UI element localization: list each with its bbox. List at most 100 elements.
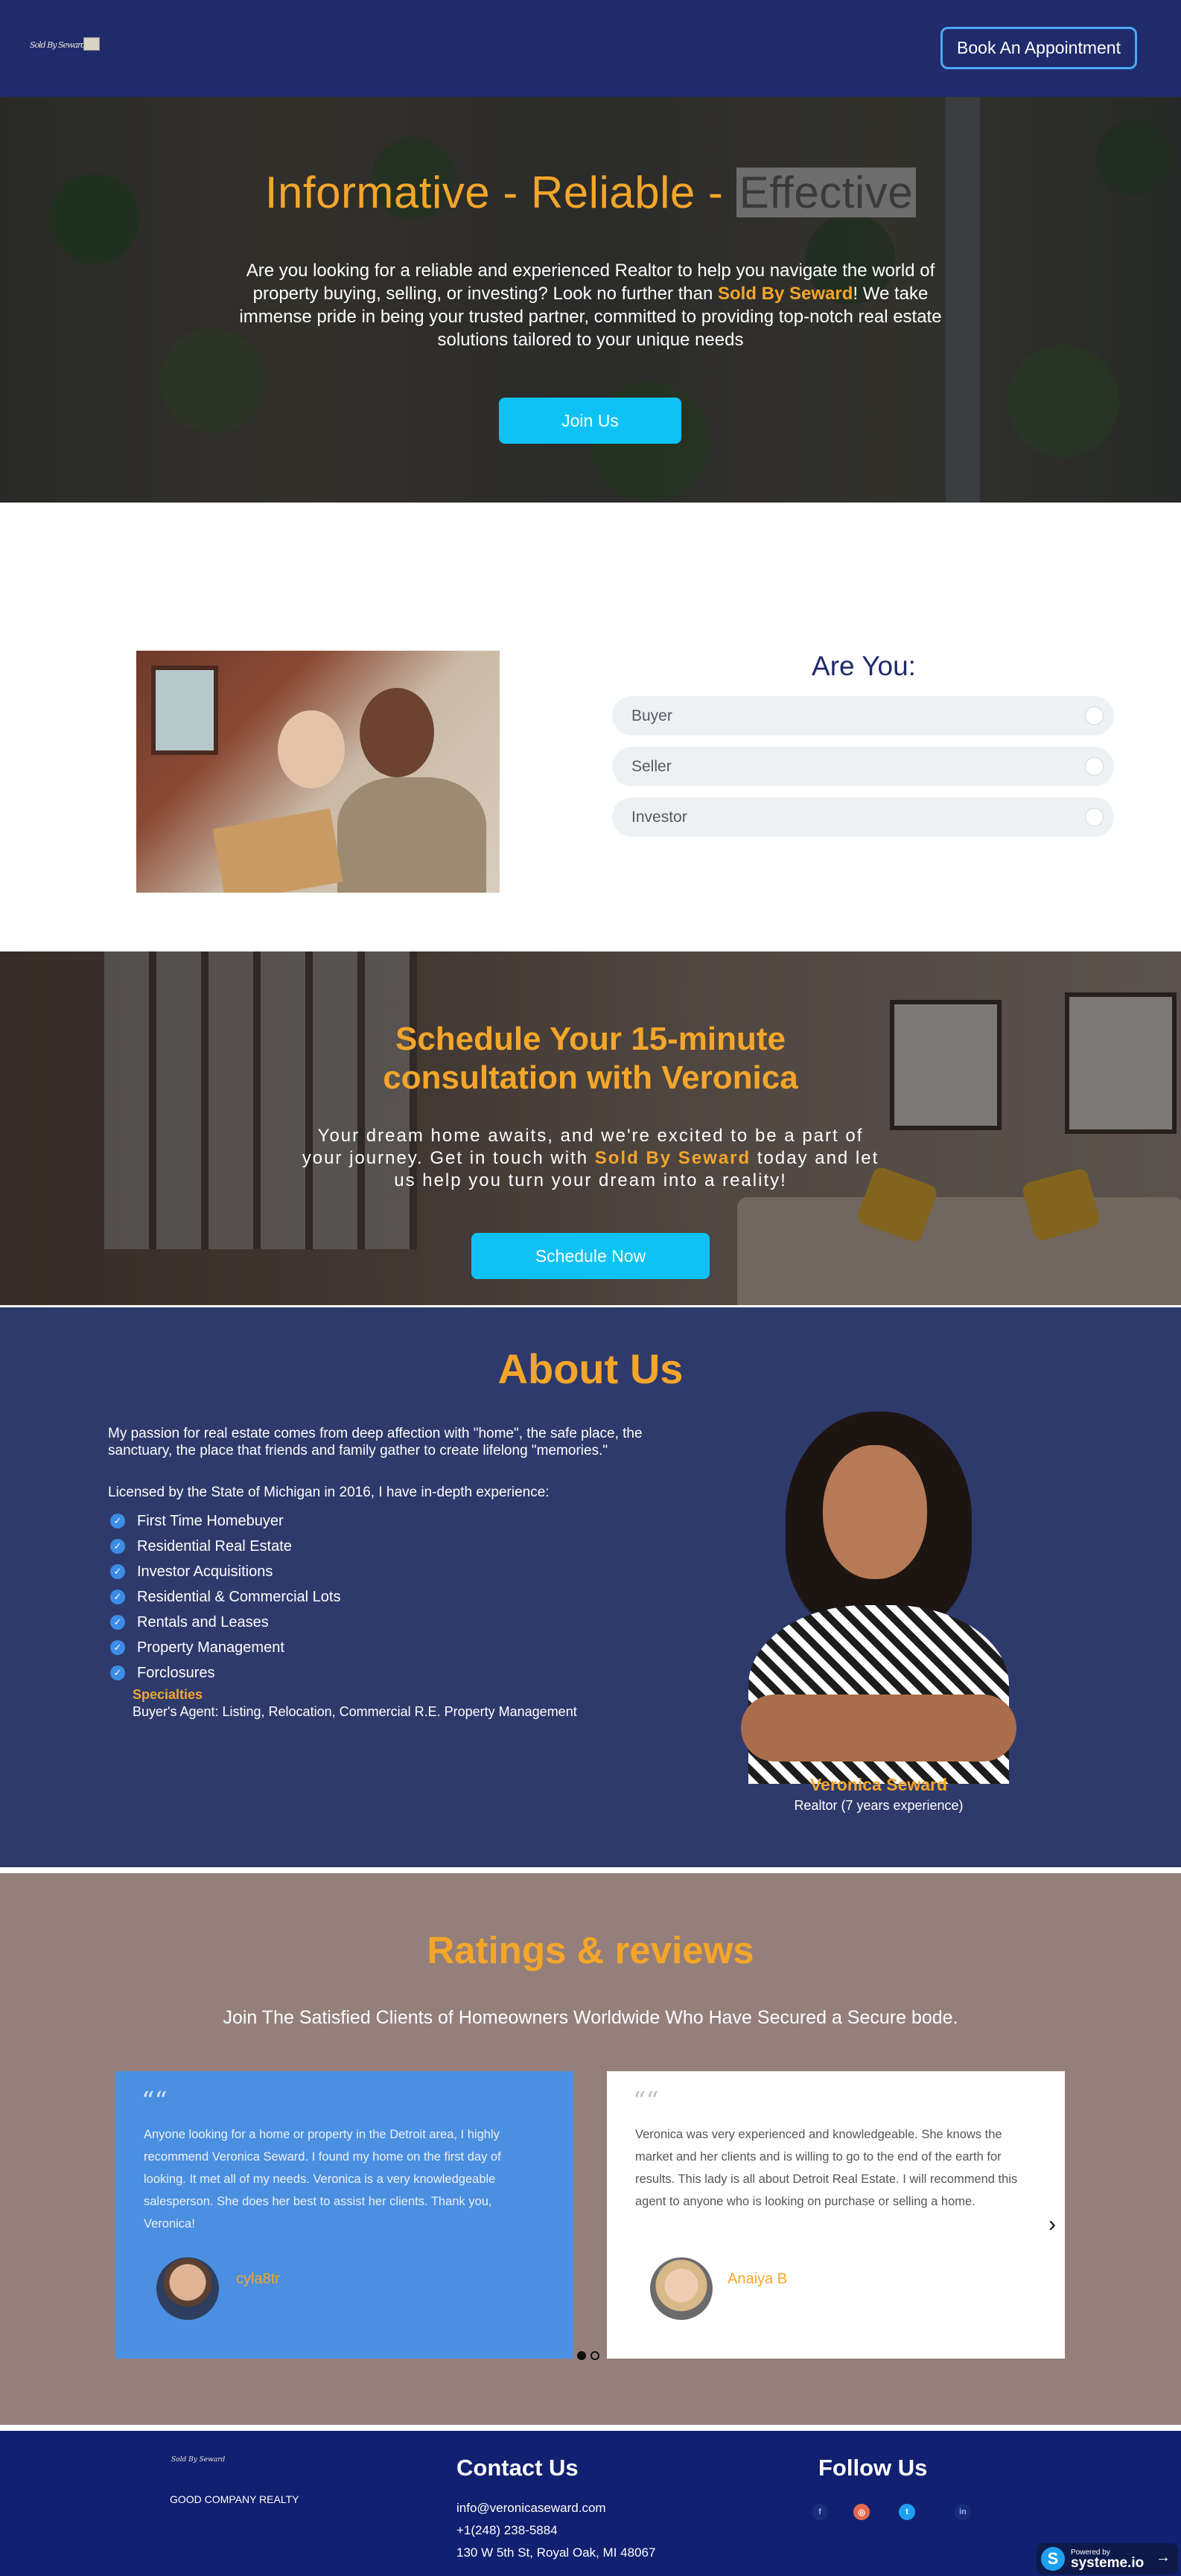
arrow-right-icon: → [1156,2549,1171,2566]
option-seller[interactable]: Seller [612,747,1114,786]
reviewer-name: Anaiya B [728,2271,788,2287]
hero-title-text: Informative - Reliable - [264,168,736,217]
avatar [156,2257,219,2320]
photo-person-woman [278,710,345,788]
radio-button[interactable] [1085,808,1104,826]
list-item: ✓ Residential & Commercial Lots [110,1584,340,1610]
ratings-subtitle: Join The Satisfied Clients of Homeowners… [223,2007,958,2028]
list-item-label: Residential & Commercial Lots [137,1588,341,1605]
check-icon: ✓ [110,1615,125,1630]
specialties-label: Specialties [133,1687,203,1702]
powered-by-big: systeme.io [1071,2554,1145,2571]
schedule-brand: Sold By Seward [594,1148,751,1168]
photo-box [212,808,343,893]
portrait-arms [741,1695,1016,1762]
list-item-label: Property Management [137,1639,284,1656]
logo-text: Sold By Seward [30,40,86,50]
portrait-face [823,1445,927,1579]
review-text: Veronica was very experienced and knowle… [635,2128,1018,2208]
logo-badge [83,37,100,51]
contact-address: 130 W 5th St, Royal Oak, MI 48067 [456,2545,656,2560]
list-item-label: Residential Real Estate [137,1537,292,1555]
divider [0,1867,1181,1873]
book-appointment-button[interactable]: Book An Appointment [940,27,1137,69]
divider [0,2425,1181,2431]
radio-button[interactable] [1085,757,1104,776]
instagram-icon[interactable]: ◎ [853,2504,870,2520]
about-paragraph: My passion for real estate comes from de… [108,1426,643,1458]
check-icon: ✓ [110,1539,125,1554]
hero-title-highlight: Effective [736,168,917,217]
contact-title: Contact Us [456,2455,579,2481]
follow-title: Follow Us [818,2455,928,2481]
review-text: Anyone looking for a home or property in… [144,2128,501,2231]
option-buyer[interactable]: Buyer [612,696,1114,736]
experience-list: ✓ First Time Homebuyer ✓ Residential Real … [110,1508,340,1686]
ratings-section: Ratings & reviews Join The Satisfied Cli… [0,1873,1181,2425]
radio-button[interactable] [1085,707,1104,725]
schedule-section: Schedule Your 15-minute consultation wit… [0,951,1181,1305]
powered-by-text: Powered by systeme.io [1071,2548,1144,2570]
about-licensed: Licensed by the State of Michigan in 201… [108,1485,550,1500]
avatar [650,2257,713,2320]
about-title: About Us [497,1345,684,1392]
site-footer: Sold By Seward GOOD COMPANY REALTY Conta… [0,2431,1181,2576]
quote-icon: ““ [141,2086,168,2116]
hero-title: Informative - Reliable - Effective [0,167,1181,218]
schedule-text: Your dream home awaits, and we're excite… [298,1125,883,1192]
quote-icon: ““ [633,2086,659,2116]
check-icon: ✓ [110,1640,125,1655]
veronica-role: Realtor (7 years experience) [794,1798,964,1813]
option-label: Buyer [631,707,672,724]
photo-person-man [337,777,486,893]
list-item-label: First Time Homebuyer [137,1512,284,1529]
twitter-icon[interactable]: t [899,2504,915,2520]
review-card: ““ Veronica was very experienced and kno… [607,2071,1065,2359]
contact-email[interactable]: info@veronicaseward.com [456,2501,606,2516]
hero-text: Are you looking for a reliable and exper… [238,259,943,351]
check-icon: ✓ [110,1514,125,1528]
list-item: ✓ Forclosures [110,1660,340,1686]
list-item: ✓ First Time Homebuyer [110,1508,340,1534]
photo-window [151,666,218,755]
systeme-logo-icon: S [1041,2547,1065,2571]
specialties-text: Buyer's Agent: Listing, Relocation, Comm… [133,1704,577,1719]
join-us-button[interactable]: Join Us [499,398,681,444]
schedule-title: Schedule Your 15-minute consultation wit… [0,1020,1181,1097]
list-item-label: Investor Acquisitions [137,1563,273,1580]
list-item: ✓ Property Management [110,1635,340,1660]
list-item: ✓ Residential Real Estate [110,1534,340,1559]
option-label: Seller [631,757,672,775]
check-icon: ✓ [110,1590,125,1604]
veronica-portrait [733,1412,1024,1784]
logo[interactable]: Sold By Seward [30,33,101,61]
list-item: ✓ Rentals and Leases [110,1610,340,1635]
ratings-title: Ratings & reviews [427,1929,754,1971]
carousel-dot[interactable] [577,2351,586,2360]
couple-photo [136,651,500,893]
check-icon: ✓ [110,1665,125,1680]
about-section: About Us My passion for real estate come… [0,1307,1181,1867]
facebook-icon[interactable]: f [812,2504,828,2520]
review-card: ““ Anyone looking for a home or property… [115,2071,573,2359]
list-item-label: Forclosures [137,1664,215,1681]
photo-person-man-face [360,688,434,777]
footer-company: GOOD COMPANY REALTY [170,2493,299,2505]
carousel-dot[interactable] [590,2351,599,2360]
list-item-label: Rentals and Leases [137,1613,269,1630]
powered-by-badge[interactable]: S Powered by systeme.io → [1037,2543,1178,2575]
veronica-name: Veronica Seward [809,1775,948,1794]
hero-section: Informative - Reliable - Effective Are y… [0,97,1181,503]
hero-brand: Sold By Seward [718,284,853,304]
reviewer-name: cyla8tr [236,2271,280,2287]
option-investor[interactable]: Investor [612,797,1114,837]
chevron-right-icon[interactable]: › [1048,2212,1056,2237]
footer-logo: Sold By Seward [171,2456,226,2464]
schedule-title-line: Schedule Your 15-minute [395,1021,786,1057]
are-you-title: Are You: [812,651,916,681]
contact-phone[interactable]: +1(248) 238-5884 [456,2523,558,2538]
check-icon: ✓ [110,1564,125,1579]
schedule-now-button[interactable]: Schedule Now [471,1233,710,1279]
list-item: ✓ Investor Acquisitions [110,1559,340,1584]
linkedin-icon[interactable]: in [955,2504,971,2520]
